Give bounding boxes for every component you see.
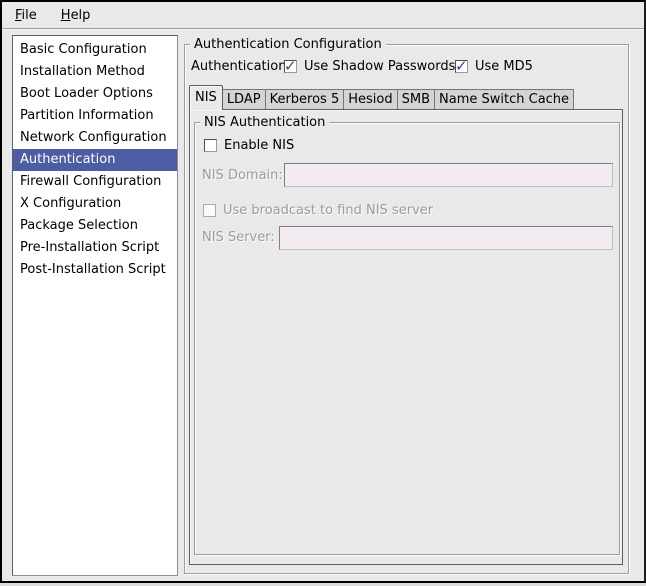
checkbox-label: Use broadcast to find NIS server [223,203,433,218]
enable-nis-checkbox[interactable]: Enable NIS [204,138,294,153]
sidebar-item-installation-method[interactable]: Installation Method [13,61,177,83]
sidebar-item-firewall-configuration[interactable]: Firewall Configuration [13,171,177,193]
tab-name-switch-cache[interactable]: Name Switch Cache [434,89,574,110]
sidebar-item-partition-information[interactable]: Partition Information [13,105,177,127]
menu-file[interactable]: File [8,5,44,26]
menu-bar: File Help [2,2,644,29]
sidebar-item-post-installation-script[interactable]: Post-Installation Script [13,259,177,281]
nis-domain-label: NIS Domain: [202,168,283,183]
authentication-configuration-frame: Authentication Configuration Authenticat… [184,44,629,574]
nis-tab-page: NIS Authentication Enable NIS NIS Domain… [189,109,623,565]
menu-help[interactable]: Help [54,5,98,26]
tab-nis[interactable]: NIS [189,85,223,110]
use-broadcast-checkbox[interactable]: Use broadcast to find NIS server [203,203,433,218]
use-shadow-passwords-checkbox[interactable]: Use Shadow Passwords [284,58,455,74]
checkbox-box[interactable] [204,139,217,152]
tab-smb[interactable]: SMB [397,89,435,110]
nis-authentication-frame: NIS Authentication Enable NIS NIS Domain… [194,122,620,555]
nis-server-label: NIS Server: [202,230,275,245]
checkbox-label: Enable NIS [224,138,294,153]
auth-tab-bar: NIS LDAP Kerberos 5 Hesiod SMB Name Swit… [189,85,573,110]
sidebar-item-package-selection[interactable]: Package Selection [13,215,177,237]
kickstart-configurator-window: File Help Basic Configuration Installati… [0,0,646,583]
checkbox-box[interactable] [203,204,216,217]
sidebar-item-pre-installation-script[interactable]: Pre-Installation Script [13,237,177,259]
sidebar-item-network-configuration[interactable]: Network Configuration [13,127,177,149]
checkbox-label: Use Shadow Passwords [304,59,455,74]
sidebar-item-x-configuration[interactable]: X Configuration [13,193,177,215]
tab-ldap[interactable]: LDAP [222,89,266,110]
authentication-caption: Authentication: [191,59,291,74]
tab-kerberos-5[interactable]: Kerberos 5 [265,89,345,110]
sidebar-item-boot-loader-options[interactable]: Boot Loader Options [13,83,177,105]
section-list: Basic Configuration Installation Method … [12,35,178,576]
frame-title: NIS Authentication [200,114,329,131]
tab-hesiod[interactable]: Hesiod [343,89,397,110]
frame-title: Authentication Configuration [190,36,386,53]
sidebar-item-basic-configuration[interactable]: Basic Configuration [13,39,177,61]
use-md5-checkbox[interactable]: Use MD5 [455,58,533,74]
nis-server-input[interactable] [279,226,613,250]
nis-domain-input[interactable] [284,163,613,187]
checkbox-label: Use MD5 [475,59,533,74]
checkbox-box[interactable] [284,60,297,73]
checkbox-box[interactable] [455,60,468,73]
sidebar-item-authentication[interactable]: Authentication [13,149,177,171]
